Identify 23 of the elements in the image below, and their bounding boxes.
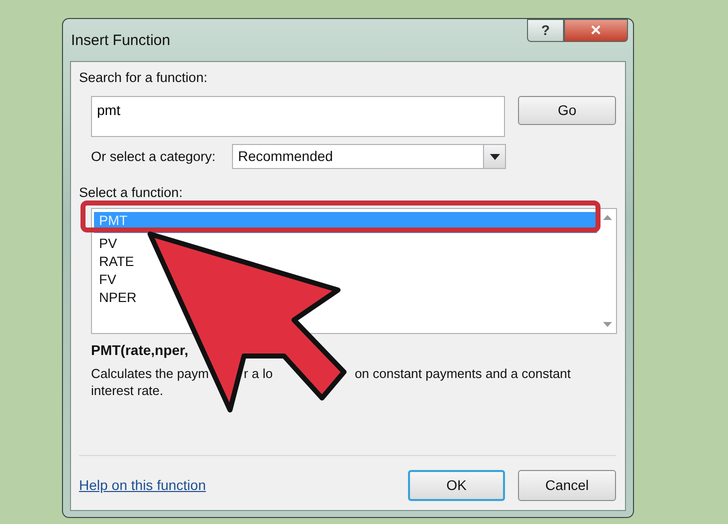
category-label: Or select a category: xyxy=(91,148,217,166)
function-list-label: Select a function: xyxy=(79,184,184,202)
description-text: on constant payments and a constant xyxy=(354,364,571,382)
function-list-item[interactable]: FV xyxy=(94,270,597,288)
description-text: interest rate. xyxy=(91,382,164,399)
category-dropdown[interactable]: Recommended xyxy=(232,144,506,170)
function-list-item[interactable]: RATE xyxy=(94,252,597,270)
search-field[interactable]: pmt xyxy=(91,96,506,138)
function-syntax: PMT(rate,nper, xyxy=(91,342,188,358)
search-label: Search for a function: xyxy=(79,69,208,87)
description-text: r a lo xyxy=(244,364,273,382)
dropdown-caret-icon xyxy=(490,154,500,160)
cancel-button[interactable]: Cancel xyxy=(518,470,616,501)
description-text: Calculates the paym xyxy=(91,364,209,382)
help-link[interactable]: Help on this function xyxy=(79,475,206,496)
help-button[interactable]: ? xyxy=(527,19,564,42)
go-button[interactable]: Go xyxy=(518,96,616,126)
scroll-down-icon[interactable] xyxy=(603,322,612,326)
window-title: Insert Function xyxy=(71,31,172,51)
function-list-item[interactable]: PV xyxy=(94,234,597,252)
function-list-item[interactable]: NPER xyxy=(94,288,597,306)
ok-button[interactable]: OK xyxy=(408,470,505,501)
scroll-up-icon[interactable] xyxy=(603,214,612,220)
